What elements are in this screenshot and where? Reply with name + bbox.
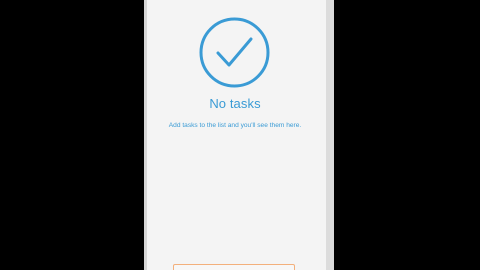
app-screen: No tasks Add tasks to the list and you'l… xyxy=(144,0,334,270)
check-circle-icon xyxy=(199,17,270,88)
screen-right-edge xyxy=(326,0,334,270)
empty-state-message: Add tasks to the list and you'll see the… xyxy=(168,122,302,129)
empty-state-title: No tasks xyxy=(209,96,261,111)
add-task-button[interactable] xyxy=(173,264,295,270)
video-frame: No tasks Add tasks to the list and you'l… xyxy=(0,0,480,270)
screen-left-edge xyxy=(144,0,147,270)
